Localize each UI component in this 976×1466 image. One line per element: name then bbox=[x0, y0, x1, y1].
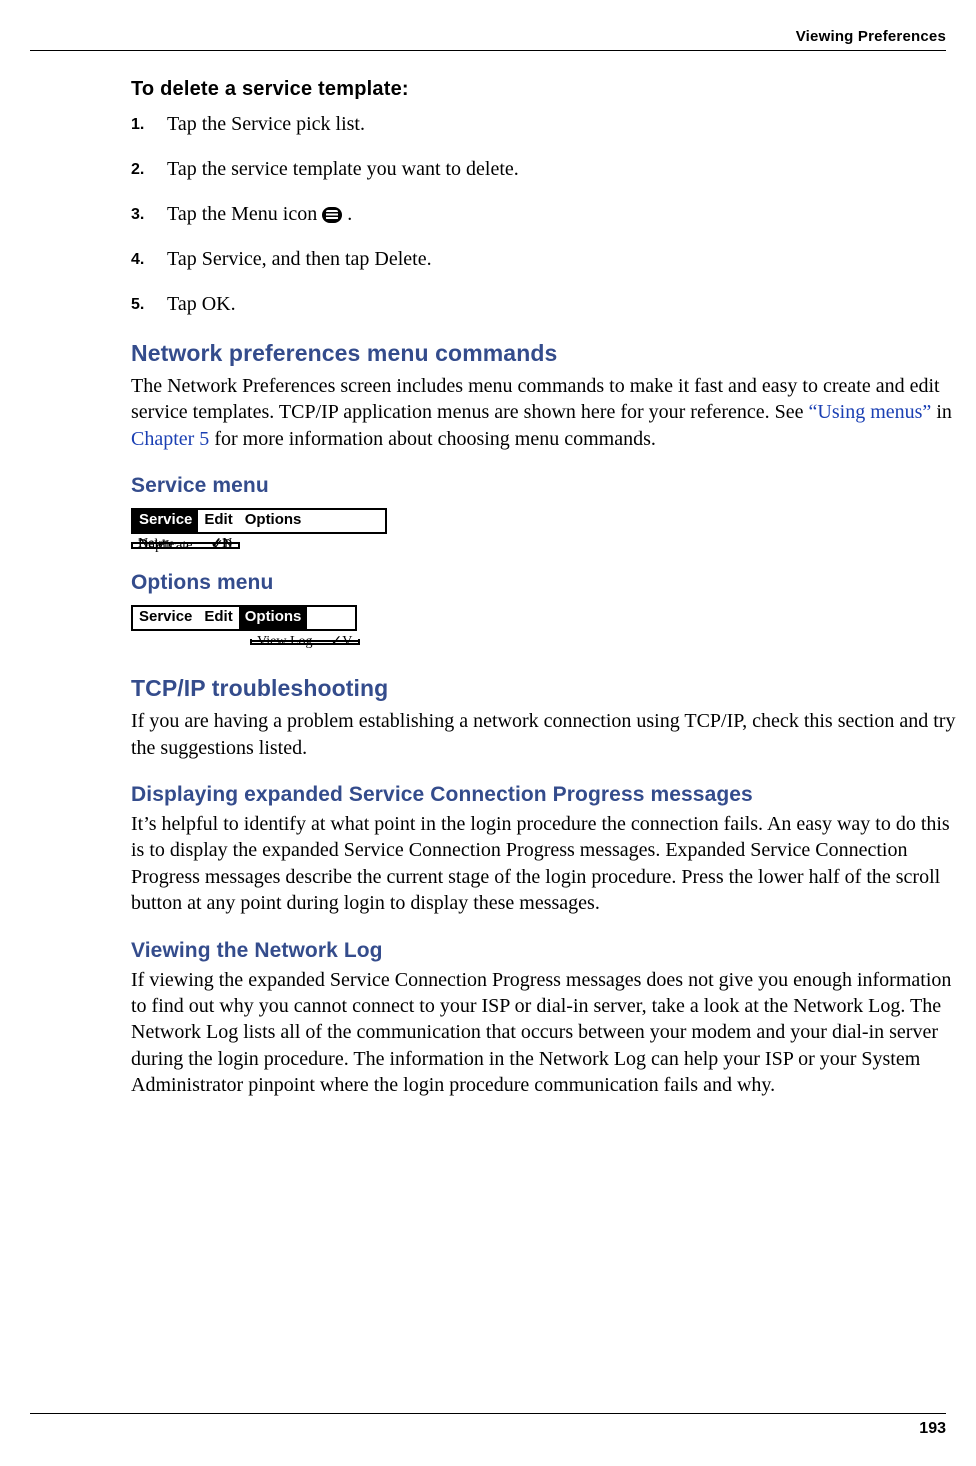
text-run: in bbox=[931, 401, 952, 423]
step-text: Tap Service, and then tap Delete. bbox=[167, 248, 432, 270]
service-menu-figure: Service Edit Options New✓N Delete…✓D Dup… bbox=[131, 502, 961, 549]
options-menu-figure: Service Edit Options View Log✓V bbox=[131, 599, 961, 645]
step-4: Tap Service, and then tap Delete. bbox=[131, 246, 961, 273]
netlog-paragraph: If viewing the expanded Service Connecti… bbox=[131, 967, 961, 1099]
menu-dropdown: View Log✓V bbox=[252, 642, 358, 643]
menu-bar-item-options: Options bbox=[239, 510, 308, 532]
subheading-netlog: Viewing the Network Log bbox=[131, 939, 961, 963]
step-text: Tap the Service pick list. bbox=[167, 113, 365, 135]
task-heading: To delete a service template: bbox=[131, 78, 961, 101]
step-text-tail: . bbox=[342, 203, 352, 225]
section-heading-netprefs: Network preferences menu commands bbox=[131, 340, 961, 367]
menu-item-shortcut: ✓L bbox=[198, 546, 238, 547]
step-text: Tap the Menu icon bbox=[167, 203, 322, 225]
menu-item-label: View Log bbox=[252, 642, 319, 643]
menu-bar-item-edit: Edit bbox=[198, 607, 238, 629]
steps-list: Tap the Service pick list. Tap the servi… bbox=[131, 111, 961, 318]
subheading-options-menu: Options menu bbox=[131, 571, 961, 595]
menu-item-label: Duplicate bbox=[133, 546, 198, 547]
step-2: Tap the service template you want to del… bbox=[131, 156, 961, 183]
tcpip-paragraph: If you are having a problem establishing… bbox=[131, 708, 961, 761]
menu-item-shortcut: ✓V bbox=[319, 642, 359, 643]
menu-bar: Service Edit Options bbox=[133, 510, 385, 532]
menu-bar-item-service: Service bbox=[133, 607, 198, 629]
menu-icon bbox=[322, 207, 342, 223]
menu-bar-item-service: Service bbox=[133, 510, 198, 532]
menu-bar: Service Edit Options bbox=[133, 607, 355, 629]
header-rule bbox=[30, 50, 946, 51]
subheading-progress: Displaying expanded Service Connection P… bbox=[131, 783, 961, 807]
page-number: 193 bbox=[919, 1420, 946, 1438]
footer-rule bbox=[30, 1413, 946, 1414]
subheading-service-menu: Service menu bbox=[131, 474, 961, 498]
header-section-title: Viewing Preferences bbox=[796, 28, 946, 45]
step-5: Tap OK. bbox=[131, 291, 961, 318]
step-text: Tap the service template you want to del… bbox=[167, 158, 519, 180]
section-heading-tcpip: TCP/IP troubleshooting bbox=[131, 675, 961, 702]
menu-bar-item-edit: Edit bbox=[198, 510, 238, 532]
link-chapter-5[interactable]: Chapter 5 bbox=[131, 428, 209, 450]
netprefs-paragraph: The Network Preferences screen includes … bbox=[131, 373, 961, 452]
link-using-menus[interactable]: “Using menus” bbox=[809, 401, 932, 423]
menu-bar-item-options: Options bbox=[239, 607, 308, 629]
text-run: for more information about choosing menu… bbox=[209, 428, 656, 450]
step-3: Tap the Menu icon . bbox=[131, 201, 961, 228]
progress-paragraph: It’s helpful to identify at what point i… bbox=[131, 811, 961, 917]
step-1: Tap the Service pick list. bbox=[131, 111, 961, 138]
step-text: Tap OK. bbox=[167, 293, 236, 315]
menu-dropdown: New✓N Delete…✓D Duplicate✓L bbox=[133, 544, 238, 547]
